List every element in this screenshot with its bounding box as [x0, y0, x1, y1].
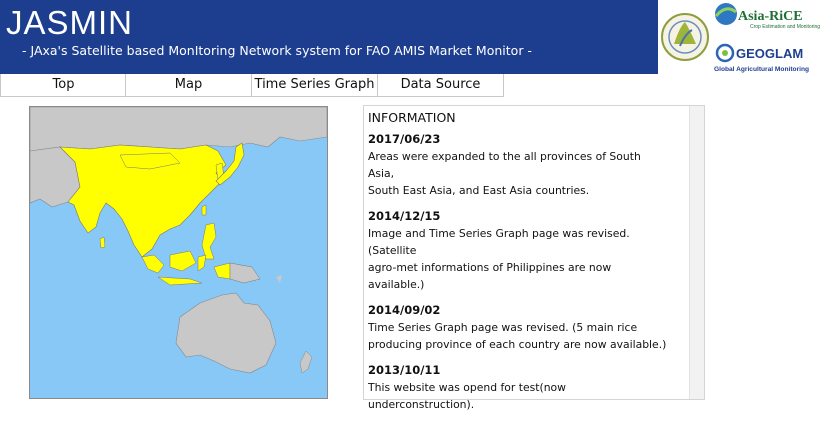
info-scrollbar[interactable]: [689, 106, 704, 399]
news-text-line: Image and Time Series Graph page was rev…: [368, 227, 630, 257]
asia-rice-tagline: Crop Estimation and Monitoring: [750, 24, 820, 30]
asia-rice-name: Asia-RiCE: [738, 9, 803, 24]
tab-map[interactable]: Map: [125, 74, 252, 97]
geoglam-tagline: Global Agricultural Monitoring: [714, 66, 809, 73]
information-heading: INFORMATION: [368, 110, 456, 125]
news-date: 2014/12/15: [368, 209, 441, 223]
news-item: 2017/06/23 Areas were expanded to the al…: [368, 130, 668, 199]
tab-time-series-graph[interactable]: Time Series Graph: [251, 74, 378, 97]
news-item: 2014/09/02 Time Series Graph page was re…: [368, 301, 668, 353]
news-list: 2017/06/23 Areas were expanded to the al…: [368, 130, 668, 421]
news-text-line: agro-met informations of Philippines are…: [368, 261, 612, 291]
news-date: 2017/06/23: [368, 132, 441, 146]
news-text-line: This website was opend for test(now unde…: [368, 381, 566, 411]
asia-map[interactable]: [29, 106, 328, 399]
amis-emblem-logo[interactable]: [661, 13, 709, 61]
partner-logos: Asia-RiCE Crop Estimation and Monitoring…: [658, 0, 832, 74]
map-canvas[interactable]: [30, 107, 327, 398]
news-date: 2014/09/02: [368, 303, 441, 317]
news-item: 2014/12/15 Image and Time Series Graph p…: [368, 207, 668, 293]
news-text-line: Time Series Graph page was revised. (5 m…: [368, 321, 638, 334]
tab-data-source[interactable]: Data Source: [377, 74, 504, 97]
geoglam-logo[interactable]: GEOGLAM Global Agricultural Monitoring: [714, 43, 809, 73]
geoglam-name: GEOGLAM: [736, 46, 803, 61]
site-title: JASMIN: [6, 4, 134, 41]
news-text-line: producing province of each country are n…: [368, 338, 667, 351]
information-panel[interactable]: INFORMATION 2017/06/23 Areas were expand…: [363, 105, 705, 411]
main-nav: Top Map Time Series Graph Data Source: [0, 74, 832, 98]
site-subtitle: - JAxa's Satellite based MonItoring Netw…: [22, 43, 532, 58]
tab-top[interactable]: Top: [0, 74, 127, 97]
logo-area: Asia-RiCE Crop Estimation and Monitoring…: [661, 3, 820, 73]
asia-rice-logo[interactable]: Asia-RiCE Crop Estimation and Monitoring: [714, 3, 820, 30]
news-date: 2013/10/11: [368, 363, 441, 377]
land-taiwan: [201, 204, 207, 216]
news-item: 2013/10/11 This website was opend for te…: [368, 361, 668, 413]
news-text-line: South East Asia, and East Asia countries…: [368, 184, 590, 197]
land-sri-lanka: [99, 236, 106, 249]
news-text-line: Areas were expanded to the all provinces…: [368, 150, 641, 180]
header-banner: JASMIN - JAxa's Satellite based MonItori…: [0, 0, 658, 74]
